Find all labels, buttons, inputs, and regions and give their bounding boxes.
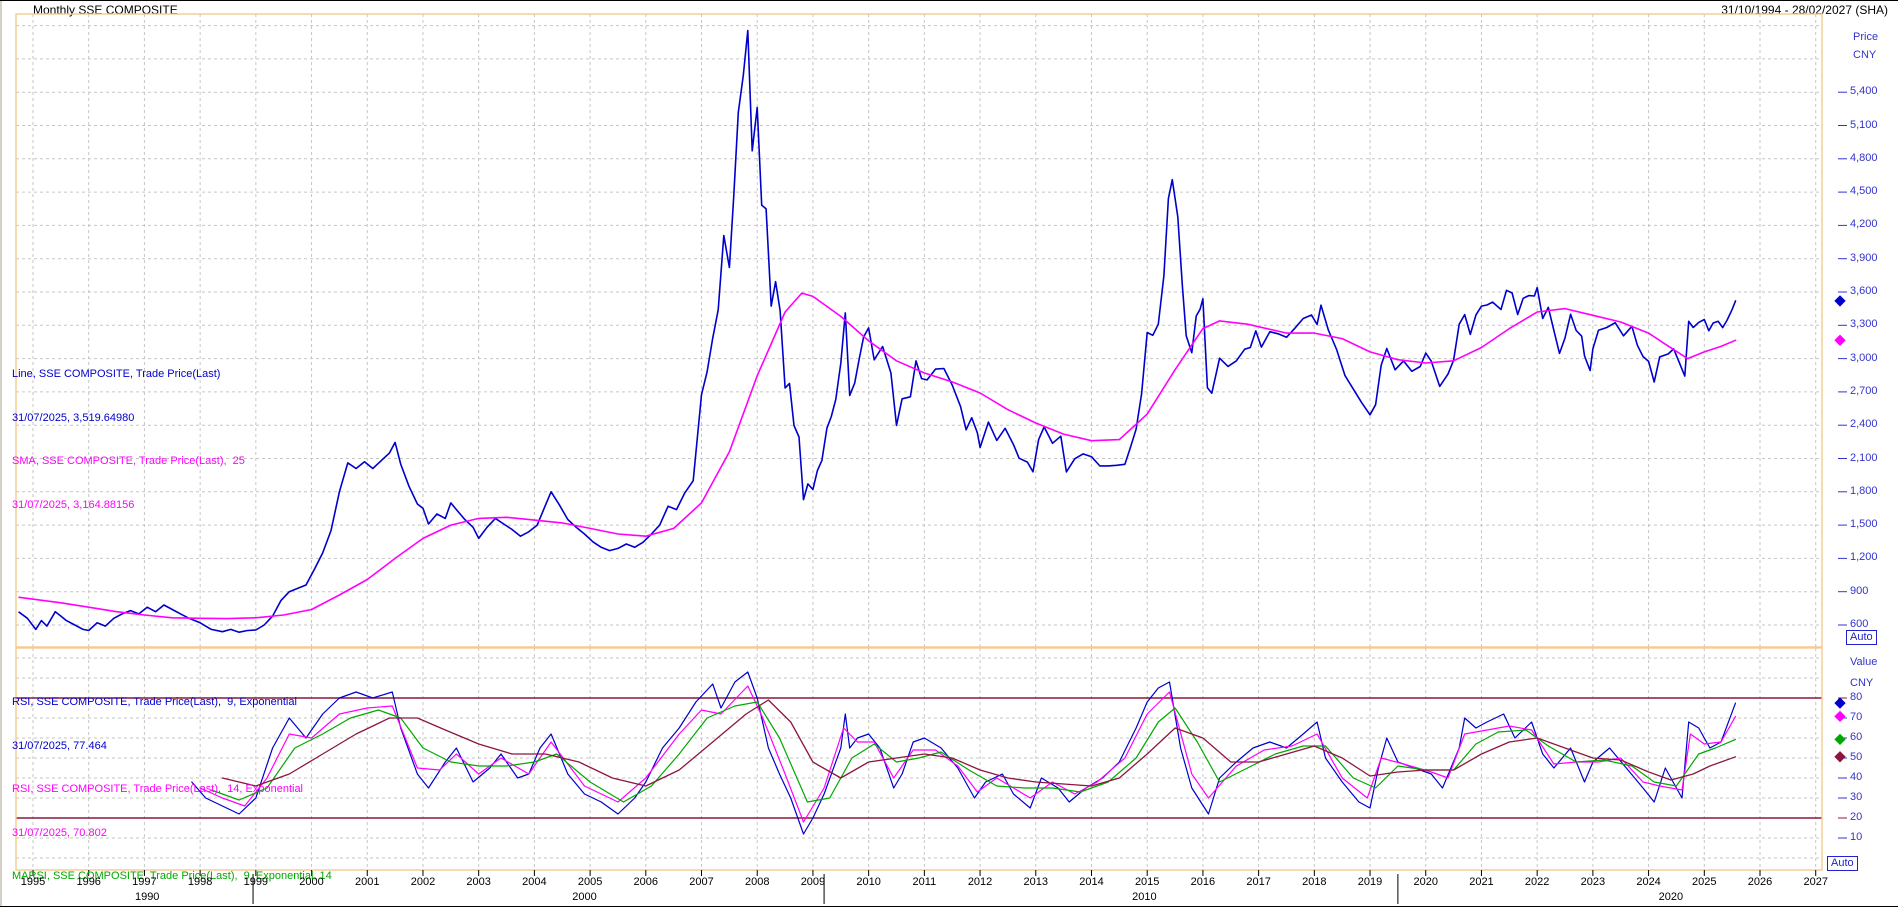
axis-tick-label: 80 xyxy=(1850,691,1862,703)
value-axis-title: Value xyxy=(1850,656,1877,668)
axis-tick-label: 2,400 xyxy=(1850,418,1878,430)
time-axis-label: 2006 xyxy=(624,876,668,888)
window-bottom-border xyxy=(0,906,1898,907)
time-axis-label: 2022 xyxy=(1515,876,1559,888)
axis-tick-label: 40 xyxy=(1850,771,1862,783)
axis-tick-label: 30 xyxy=(1850,791,1862,803)
time-axis-label: 2019 xyxy=(1348,876,1392,888)
axis-tick-label: 60 xyxy=(1850,731,1862,743)
price-axis-unit: CNY xyxy=(1853,49,1876,61)
price-legend-line: Line, SSE COMPOSITE, Trade Price(Last) xyxy=(12,367,245,382)
axis-tick-label: 50 xyxy=(1850,751,1862,763)
axis-tick-label: 4,200 xyxy=(1850,218,1878,230)
chart-window: Monthly SSE COMPOSITE 31/10/1994 - 28/02… xyxy=(0,0,1898,909)
time-axis-label: 2017 xyxy=(1237,876,1281,888)
axis-tick-label: 5,100 xyxy=(1850,119,1878,131)
axis-tick-label: 4,800 xyxy=(1850,152,1878,164)
time-axis-label: 1996 xyxy=(67,876,111,888)
time-axis-label: 2010 xyxy=(847,876,891,888)
time-axis-label: 2021 xyxy=(1459,876,1503,888)
time-axis-label: 2016 xyxy=(1181,876,1225,888)
axis-tick-label: 10 xyxy=(1850,831,1862,843)
axis-tick-label: 1990 xyxy=(125,891,169,903)
time-axis-label: 2009 xyxy=(791,876,835,888)
time-axis-label: 2025 xyxy=(1682,876,1726,888)
sma-legend-value: 31/07/2025, 3,164.88156 xyxy=(12,498,245,513)
sma-legend-line: SMA, SSE COMPOSITE, Trade Price(Last), 2… xyxy=(12,454,245,469)
rsi14-legend-line: RSI, SSE COMPOSITE, Trade Price(Last), 1… xyxy=(12,782,338,797)
time-axis-label: 2020 xyxy=(1404,876,1448,888)
axis-tick-label: 5,400 xyxy=(1850,85,1878,97)
time-axis-label: 2024 xyxy=(1627,876,1671,888)
time-axis-label: 2003 xyxy=(457,876,501,888)
time-axis-label: 2008 xyxy=(735,876,779,888)
time-axis-label: 2004 xyxy=(512,876,556,888)
axis-tick-label: 2000 xyxy=(563,891,607,903)
rsi14-legend-value: 31/07/2025, 70.802 xyxy=(12,826,338,841)
time-axis-label: 2005 xyxy=(568,876,612,888)
time-axis-label: 2007 xyxy=(680,876,724,888)
axis-tick-label: 3,600 xyxy=(1850,285,1878,297)
axis-tick-label: 4,500 xyxy=(1850,185,1878,197)
price-legend-value: 31/07/2025, 3,519.64980 xyxy=(12,411,245,426)
time-axis-label: 2012 xyxy=(958,876,1002,888)
time-axis-label: 2014 xyxy=(1069,876,1113,888)
axis-tick-label: 1,200 xyxy=(1850,551,1878,563)
time-axis-label: 2018 xyxy=(1292,876,1336,888)
rsi-legend: RSI, SSE COMPOSITE, Trade Price(Last), 9… xyxy=(12,666,338,909)
time-axis-label: 1995 xyxy=(11,876,55,888)
axis-tick-label: 1,500 xyxy=(1850,518,1878,530)
time-axis-label: 2001 xyxy=(345,876,389,888)
time-axis-label: 2011 xyxy=(902,876,946,888)
time-axis-label: 2000 xyxy=(290,876,334,888)
time-axis-label: 1999 xyxy=(234,876,278,888)
axis-tick-label: 3,900 xyxy=(1850,252,1878,264)
axis-tick-label: 2020 xyxy=(1649,891,1693,903)
time-axis-label: 2027 xyxy=(1794,876,1838,888)
axis-tick-label: 3,000 xyxy=(1850,352,1878,364)
value-axis-unit: CNY xyxy=(1850,677,1873,689)
axis-tick-label: 3,300 xyxy=(1850,318,1878,330)
time-axis-label: 2023 xyxy=(1571,876,1615,888)
axis-tick-label: 70 xyxy=(1850,711,1862,723)
axis-tick-label: 1,800 xyxy=(1850,485,1878,497)
price-legend: Line, SSE COMPOSITE, Trade Price(Last) 3… xyxy=(12,338,245,541)
axis-tick-label: 2,100 xyxy=(1850,452,1878,464)
axis-tick-label: 2010 xyxy=(1122,891,1166,903)
price-axis-title: Price xyxy=(1853,31,1878,43)
time-axis-label: 2026 xyxy=(1738,876,1782,888)
price-axis-auto-button[interactable]: Auto xyxy=(1846,630,1877,645)
axis-tick-label: 20 xyxy=(1850,811,1862,823)
time-axis-label: 1998 xyxy=(178,876,222,888)
time-axis-label: 2002 xyxy=(401,876,445,888)
rsi9-legend-line: RSI, SSE COMPOSITE, Trade Price(Last), 9… xyxy=(12,695,338,710)
axis-tick-label: 600 xyxy=(1850,618,1868,630)
time-axis-label: 1997 xyxy=(122,876,166,888)
time-axis-label: 2015 xyxy=(1125,876,1169,888)
rsi9-legend-value: 31/07/2025, 77.464 xyxy=(12,739,338,754)
axis-tick-label: 900 xyxy=(1850,585,1868,597)
time-axis-auto-button[interactable]: Auto xyxy=(1827,856,1858,871)
axis-tick-label: 2,700 xyxy=(1850,385,1878,397)
time-axis-label: 2013 xyxy=(1014,876,1058,888)
